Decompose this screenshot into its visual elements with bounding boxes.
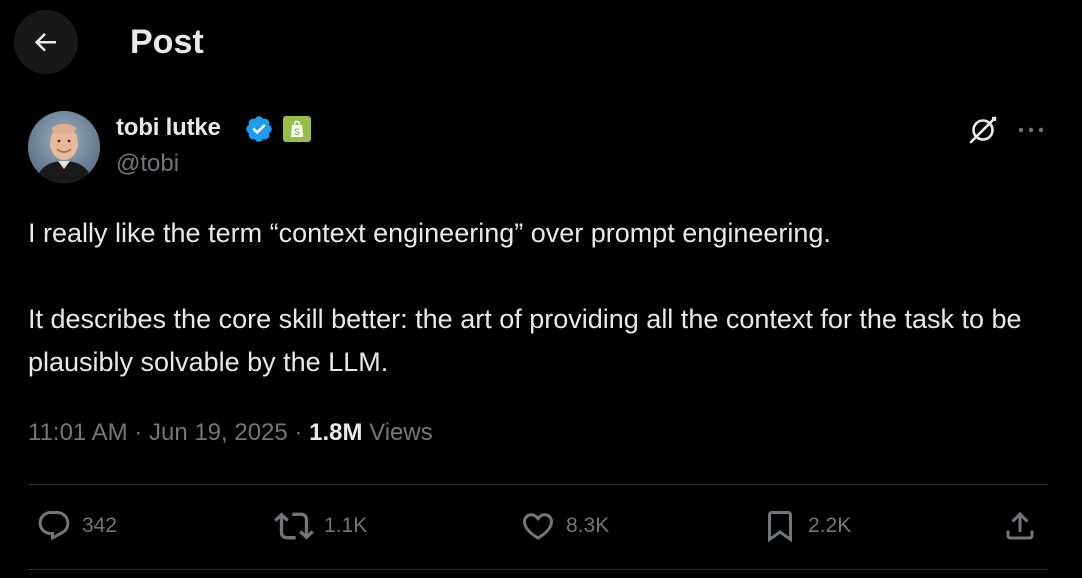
repost-button[interactable]: 1.1K [274, 506, 367, 546]
grok-icon[interactable] [966, 113, 1000, 147]
affiliate-badge[interactable]: S [283, 116, 311, 142]
tweet-meta: 11:01 AM · Jun 19, 2025 · 1.8M Views [28, 414, 433, 452]
shopify-bag-icon: S [291, 120, 303, 137]
tweet-text: I really like the term “context engineer… [28, 212, 1038, 384]
tweet-time[interactable]: 11:01 AM [28, 419, 128, 446]
meta-separator: · [294, 419, 303, 446]
back-button[interactable] [14, 10, 78, 74]
share-button[interactable] [1002, 506, 1038, 546]
repost-count: 1.1K [324, 514, 368, 537]
avatar-image [28, 111, 100, 183]
bookmark-count: 2.2K [808, 514, 852, 537]
divider [28, 484, 1048, 485]
arrow-left-icon [34, 33, 56, 52]
svg-text:S: S [294, 127, 300, 137]
reply-count: 342 [82, 514, 118, 537]
views-count[interactable]: 1.8M [309, 419, 362, 446]
tweet-date[interactable]: Jun 19, 2025 [149, 419, 288, 446]
repost-icon [274, 512, 314, 540]
author-handle[interactable]: @tobi [116, 148, 179, 180]
share-icon [1006, 511, 1034, 540]
author-name[interactable]: tobi lutke [116, 112, 221, 144]
more-options-icon[interactable] [1014, 115, 1048, 145]
like-count: 8.3K [566, 514, 610, 537]
views-label[interactable]: Views [369, 419, 433, 446]
verified-badge-icon [246, 116, 272, 142]
heart-icon [522, 513, 554, 540]
bookmark-button[interactable]: 2.2K [762, 506, 851, 546]
tweet-paragraph: I really like the term “context engineer… [28, 218, 831, 248]
bookmark-icon [768, 511, 792, 543]
divider [28, 569, 1048, 570]
avatar[interactable] [28, 111, 100, 183]
reply-icon [38, 511, 70, 541]
page-title: Post [130, 23, 204, 61]
reply-button[interactable]: 342 [36, 506, 117, 546]
meta-separator: · [134, 419, 143, 446]
like-button[interactable]: 8.3K [520, 506, 609, 546]
tweet-paragraph: It describes the core skill better: the … [28, 304, 1022, 377]
